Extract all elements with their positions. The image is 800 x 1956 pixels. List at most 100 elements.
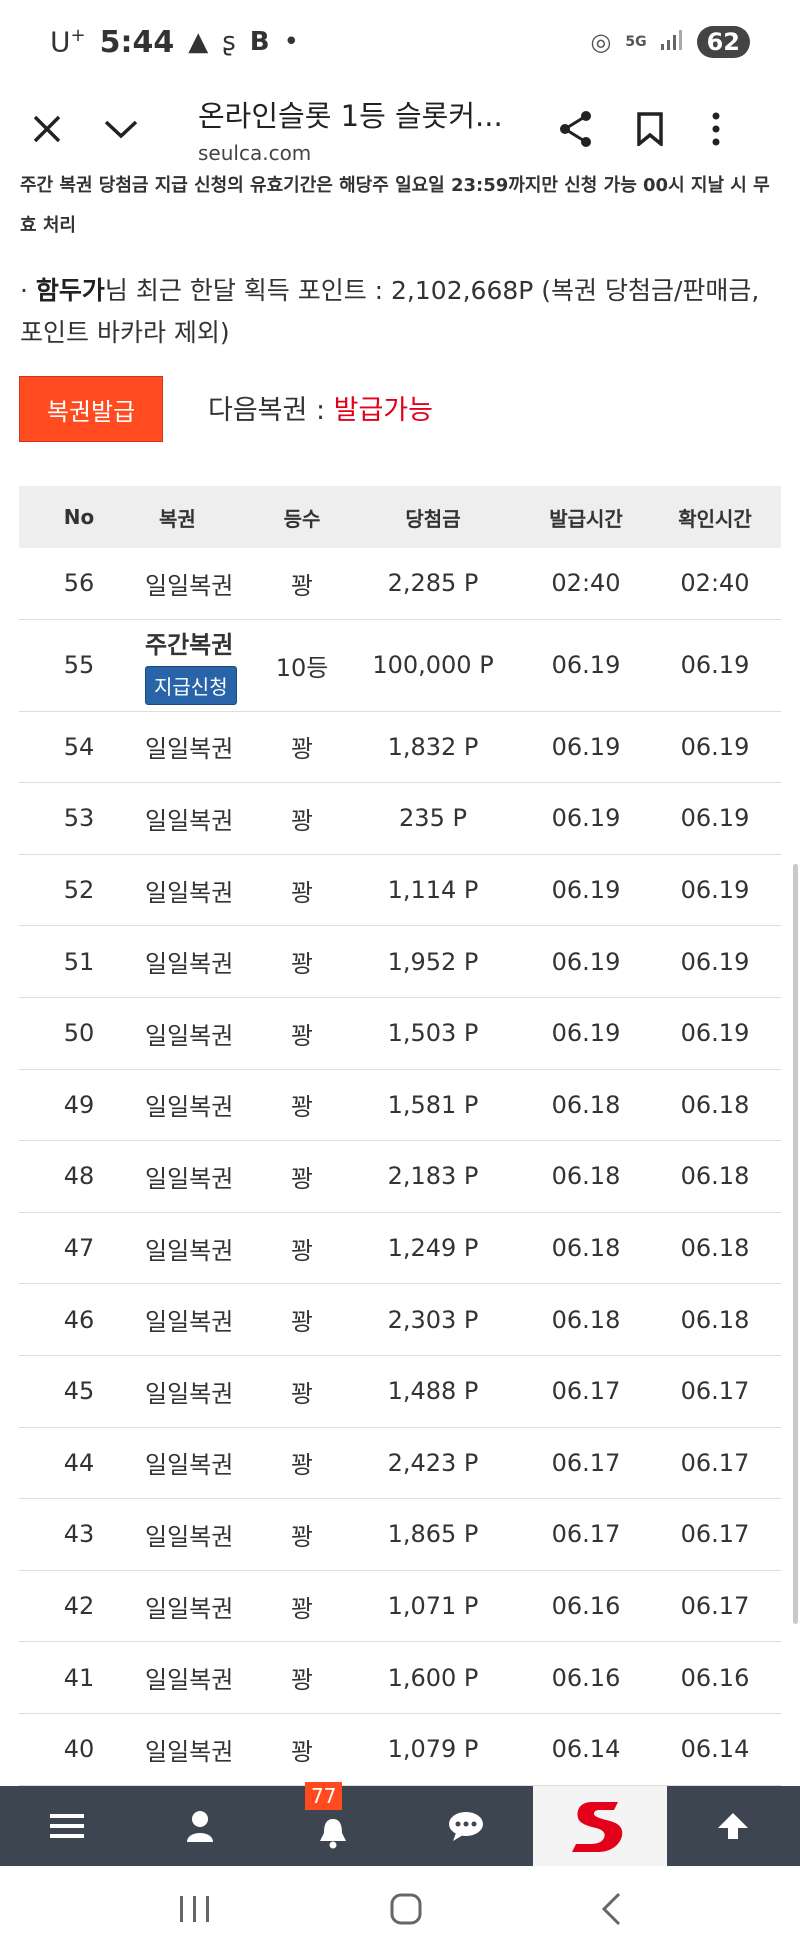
- row-name: 일일복권: [145, 1164, 234, 1193]
- user-icon[interactable]: [133, 1786, 266, 1866]
- row-checked: 02:40: [680, 569, 750, 598]
- row-no: 55: [63, 651, 95, 680]
- page-title-area[interactable]: 온라인슬롯 1등 슬롯커... seulca.com: [198, 93, 503, 165]
- row-rank: 꽝: [290, 878, 314, 907]
- bell-icon[interactable]: 77: [266, 1782, 399, 1866]
- more-options-icon[interactable]: [683, 96, 749, 162]
- row-checked: 06.19: [680, 732, 750, 761]
- arrow-up-icon[interactable]: [667, 1786, 800, 1866]
- signal-strength-icon: [660, 28, 683, 56]
- row-checked: 06.18: [680, 1305, 750, 1334]
- row-issued: 02:40: [551, 569, 621, 598]
- status-right: ◎ 5G 62: [590, 26, 750, 58]
- clock: 5:44: [99, 24, 175, 60]
- row-rank: 꽝: [290, 1093, 314, 1122]
- row-rank: 꽝: [290, 1308, 314, 1337]
- row-prize: 1,832 P: [387, 732, 479, 761]
- menu-icon[interactable]: [0, 1786, 133, 1866]
- status-bar: U+ 5:44 ▲ ʂ B • ◎ 5G 62: [0, 0, 800, 84]
- home-icon[interactable]: [389, 1892, 423, 1930]
- row-prize: 2,423 P: [387, 1448, 479, 1477]
- bookmark-icon[interactable]: [617, 96, 683, 162]
- row-checked: 06.17: [680, 1448, 750, 1477]
- table-row: 56 일일복권 꽝 2,285 P 02:40 02:40: [19, 548, 781, 620]
- table-row: 43 일일복권 꽝 1,865 P 06.17 06.17: [19, 1499, 781, 1571]
- row-name: 일일복권: [145, 1236, 234, 1265]
- row-prize: 100,000 P: [372, 651, 494, 680]
- row-issued: 06.19: [551, 876, 621, 905]
- row-issued: 06.18: [551, 1162, 621, 1191]
- row-name: 일일복권: [145, 571, 234, 600]
- row-name: 일일복권: [145, 1522, 234, 1551]
- row-checked: 06.14: [680, 1735, 750, 1764]
- table-row: 49 일일복권 꽝 1,581 P 06.18 06.18: [19, 1070, 781, 1142]
- row-rank: 꽝: [290, 1451, 314, 1480]
- row-no: 45: [63, 1377, 95, 1406]
- claim-payout-button[interactable]: 지급신청: [145, 666, 237, 706]
- row-rank: 꽝: [290, 1021, 314, 1050]
- recent-apps-icon[interactable]: [178, 1894, 212, 1928]
- row-prize: 2,285 P: [387, 569, 479, 598]
- table-row: 40 일일복권 꽝 1,079 P 06.14 06.14: [19, 1714, 781, 1786]
- row-issued: 06.19: [551, 804, 621, 833]
- header-prize: 당첨금: [405, 506, 461, 531]
- scrollbar[interactable]: [793, 864, 798, 1624]
- close-icon[interactable]: [14, 96, 80, 162]
- row-checked: 06.19: [680, 1019, 750, 1048]
- row-issued: 06.17: [551, 1448, 621, 1477]
- monthly-points: · 함두가님 최근 한달 획득 포인트 : 2,102,668P (복권 당첨금…: [20, 270, 780, 354]
- row-name: 일일복권: [145, 1379, 234, 1408]
- row-name: 일일복권: [145, 1093, 234, 1122]
- status-left: U+ 5:44 ▲ ʂ B •: [50, 25, 299, 60]
- chevron-down-icon[interactable]: [88, 96, 154, 162]
- row-checked: 06.16: [680, 1663, 750, 1692]
- row-prize: 1,865 P: [387, 1520, 479, 1549]
- row-name-text: 주간복권: [145, 631, 234, 660]
- row-issued: 06.19: [551, 651, 621, 680]
- row-name: 일일복권: [145, 1308, 234, 1337]
- row-prize: 1,952 P: [387, 947, 479, 976]
- row-rank: 꽝: [290, 1737, 314, 1766]
- row-name: 일일복권: [145, 950, 234, 979]
- row-prize: 1,581 P: [387, 1090, 479, 1119]
- row-checked: 06.17: [680, 1520, 750, 1549]
- chat-icon[interactable]: [400, 1786, 533, 1866]
- table-row: 53 일일복권 꽝 235 P 06.19 06.19: [19, 783, 781, 855]
- hotspot-icon: ◎: [590, 28, 612, 56]
- back-icon[interactable]: [600, 1892, 622, 1930]
- row-issued: 06.18: [551, 1090, 621, 1119]
- next-lottery-label: 다음복권 :: [208, 395, 334, 426]
- site-bottom-nav: 77: [0, 1782, 800, 1866]
- row-name: 주간복권지급신청: [139, 625, 261, 706]
- lottery-table: No 복권 등수 당첨금 발급시간 확인시간 56 일일복권 꽝 2,285 P 02:…: [19, 486, 781, 1786]
- next-lottery: 다음복권 : 발급가능: [208, 388, 433, 427]
- claim-notice: 주간 복권 당첨금 지급 신청의 유효기간은 해당주 일요일 23:59까지만 …: [20, 175, 770, 236]
- row-rank: 꽝: [290, 1594, 314, 1623]
- row-no: 56: [63, 569, 95, 598]
- issue-lottery-button[interactable]: 복권발급: [19, 376, 163, 442]
- row-no: 48: [63, 1162, 95, 1191]
- row-issued: 06.19: [551, 732, 621, 761]
- table-row: 46 일일복권 꽝 2,303 P 06.18 06.18: [19, 1284, 781, 1356]
- table-row: 48 일일복권 꽝 2,183 P 06.18 06.18: [19, 1141, 781, 1213]
- row-issued: 06.16: [551, 1592, 621, 1621]
- header-no: No: [63, 505, 95, 529]
- site-logo[interactable]: [532, 1786, 667, 1866]
- row-checked: 06.18: [680, 1162, 750, 1191]
- carrier-sup: +: [70, 25, 86, 47]
- row-name: 일일복권: [145, 806, 234, 835]
- table-row: 42 일일복권 꽝 1,071 P 06.16 06.17: [19, 1571, 781, 1643]
- share-icon[interactable]: [543, 96, 609, 162]
- row-rank: 꽝: [290, 1666, 314, 1695]
- table-row: 52 일일복권 꽝 1,114 P 06.19 06.19: [19, 855, 781, 927]
- page: U+ 5:44 ▲ ʂ B • ◎ 5G 62 온라인슬롯 1등 슬롯커... …: [0, 0, 800, 1956]
- row-rank: 꽝: [290, 1164, 314, 1193]
- b-app-icon: B: [249, 27, 270, 57]
- row-checked: 06.19: [680, 804, 750, 833]
- row-issued: 06.19: [551, 947, 621, 976]
- row-rank: 꽝: [290, 806, 314, 835]
- table-header: No 복권 등수 당첨금 발급시간 확인시간: [19, 486, 781, 548]
- more-notifications-dot-icon: •: [283, 27, 299, 57]
- points-bullet: ·: [20, 276, 36, 305]
- warning-icon: ▲: [188, 27, 209, 57]
